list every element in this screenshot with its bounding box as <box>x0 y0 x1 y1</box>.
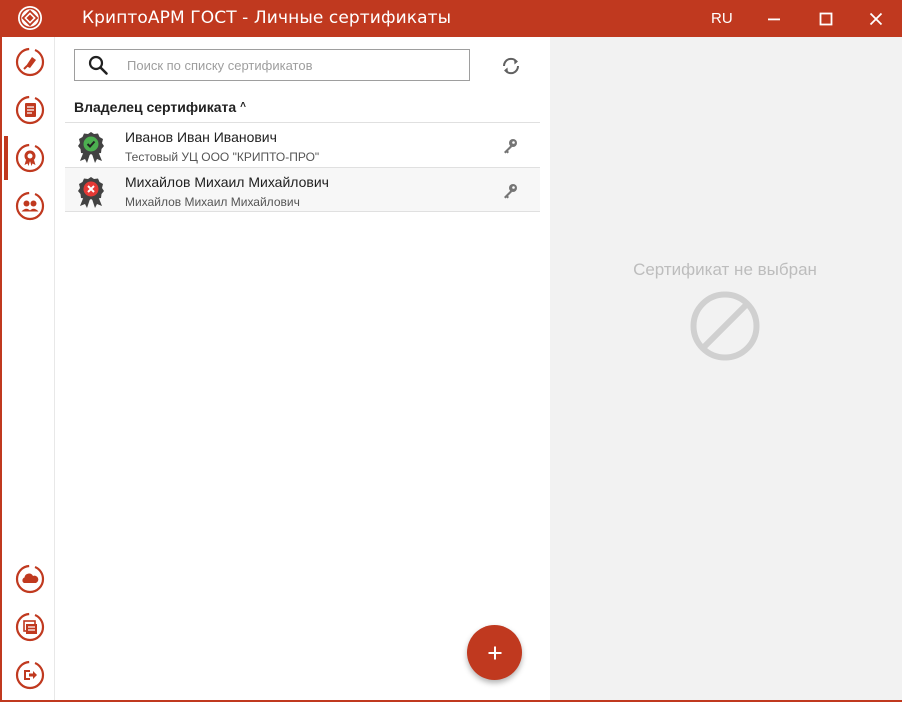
maximize-icon <box>819 12 833 25</box>
column-header-label: Владелец сертификата <box>74 99 237 115</box>
app-window: КриптоАРМ ГОСТ - Личные сертификаты RU П… <box>0 0 902 702</box>
search-input[interactable] <box>127 54 457 76</box>
close-icon <box>869 12 883 25</box>
certificate-owner: Иванов Иван Иванович <box>125 129 277 145</box>
certificates-icon <box>15 143 44 173</box>
cloud-icon <box>15 564 44 594</box>
refresh-icon[interactable] <box>498 53 524 79</box>
add-certificate-button[interactable] <box>467 625 522 680</box>
sidebar-item-sign[interactable] <box>4 40 55 84</box>
certificate-invalid-icon <box>78 177 104 208</box>
certificate-issuer: Тестовый УЦ ООО "КРИПТО-ПРО" <box>125 150 320 164</box>
sidebar <box>4 37 55 700</box>
certificate-details-panel: Сертификат не выбран <box>550 37 902 700</box>
private-key-icon <box>504 139 517 154</box>
sidebar-item-contacts[interactable] <box>4 184 55 228</box>
sidebar-item-exit[interactable] <box>4 653 55 697</box>
minimize-icon <box>768 18 780 20</box>
sidebar-item-cloud[interactable] <box>4 557 55 601</box>
certificate-list-panel: Владелец сертификата ˄ Иванов Иван Ивано… <box>55 37 550 700</box>
private-key-icon <box>504 184 517 199</box>
plus-icon <box>488 646 501 659</box>
app-logo-icon <box>18 6 42 30</box>
documents-icon <box>15 95 44 125</box>
sidebar-item-logs[interactable] <box>4 605 55 649</box>
sign-icon <box>15 47 44 77</box>
certificate-owner: Михайлов Михаил Михайлович <box>125 174 329 190</box>
column-header-owner[interactable]: Владелец сертификата ˄ <box>74 99 246 115</box>
language-switch[interactable]: RU <box>711 10 733 27</box>
certificate-list: Иванов Иван Иванович Тестовый УЦ ООО "КР… <box>65 122 540 212</box>
window-title: КриптоАРМ ГОСТ - Личные сертификаты <box>82 8 452 28</box>
exit-icon <box>15 660 44 690</box>
title-bar: КриптоАРМ ГОСТ - Личные сертификаты RU <box>2 0 902 37</box>
maximize-button[interactable] <box>802 0 850 37</box>
certificate-valid-icon <box>78 132 104 163</box>
search-icon <box>88 55 108 75</box>
sidebar-item-documents[interactable] <box>4 88 55 132</box>
minimize-button[interactable] <box>750 0 798 37</box>
sidebar-item-certificates[interactable] <box>4 136 55 180</box>
contacts-icon <box>15 191 44 221</box>
sort-ascending-icon: ˄ <box>240 100 246 111</box>
logs-icon <box>15 612 44 642</box>
certificate-issuer: Михайлов Михаил Михайлович <box>125 195 300 209</box>
search-box[interactable] <box>74 49 470 81</box>
close-button[interactable] <box>852 0 900 37</box>
no-selection-icon <box>690 291 760 361</box>
certificate-row[interactable]: Иванов Иван Иванович Тестовый УЦ ООО "КР… <box>65 122 540 167</box>
empty-state-text: Сертификат не выбран <box>633 260 817 279</box>
certificate-row[interactable]: Михайлов Михаил Михайлович Михайлов Миха… <box>65 167 540 212</box>
